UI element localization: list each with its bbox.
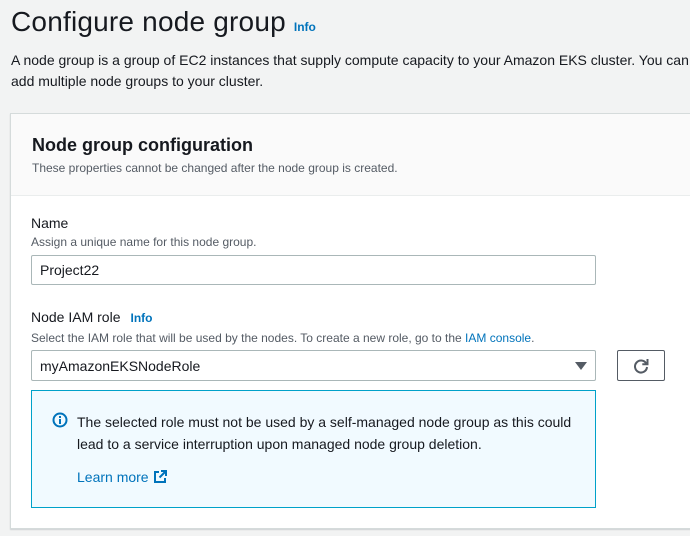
- page-info-link[interactable]: Info: [294, 20, 316, 34]
- panel-header: Node group configuration These propertie…: [11, 114, 690, 196]
- page-title: Configure node group: [11, 6, 286, 37]
- learn-more-link[interactable]: Learn more: [77, 469, 167, 485]
- iam-role-label: Node IAM role: [31, 309, 121, 325]
- iam-role-warning-alert: The selected role must not be used by a …: [31, 390, 596, 508]
- panel-title: Node group configuration: [32, 135, 253, 155]
- caret-down-icon: [575, 361, 587, 370]
- node-group-configuration-panel: Node group configuration These propertie…: [10, 113, 690, 529]
- learn-more-label: Learn more: [77, 469, 149, 485]
- info-circle-icon: [52, 412, 68, 433]
- iam-console-link[interactable]: IAM console: [465, 331, 531, 345]
- external-link-icon: [153, 470, 167, 484]
- name-label: Name: [31, 215, 69, 231]
- iam-role-description-end: .: [531, 331, 535, 345]
- iam-role-label-row: Node IAM role Info: [31, 309, 152, 325]
- iam-role-description: Select the IAM role that will be used by…: [31, 331, 534, 345]
- name-input[interactable]: [31, 255, 596, 285]
- iam-role-select[interactable]: myAmazonEKSNodeRole: [31, 350, 596, 381]
- alert-message: The selected role must not be used by a …: [77, 414, 572, 452]
- refresh-icon: [632, 357, 650, 375]
- iam-role-description-text: Select the IAM role that will be used by…: [31, 331, 462, 345]
- name-description: Assign a unique name for this node group…: [31, 235, 257, 249]
- page: Configure node group Info A node group i…: [0, 0, 690, 536]
- panel-subtitle: These properties cannot be changed after…: [32, 161, 398, 175]
- iam-role-info-link[interactable]: Info: [130, 311, 152, 325]
- page-description: A node group is a group of EC2 instances…: [11, 52, 689, 89]
- page-header: Configure node group Info: [11, 6, 316, 38]
- iam-role-selected-value: myAmazonEKSNodeRole: [40, 357, 201, 374]
- refresh-button[interactable]: [617, 350, 665, 381]
